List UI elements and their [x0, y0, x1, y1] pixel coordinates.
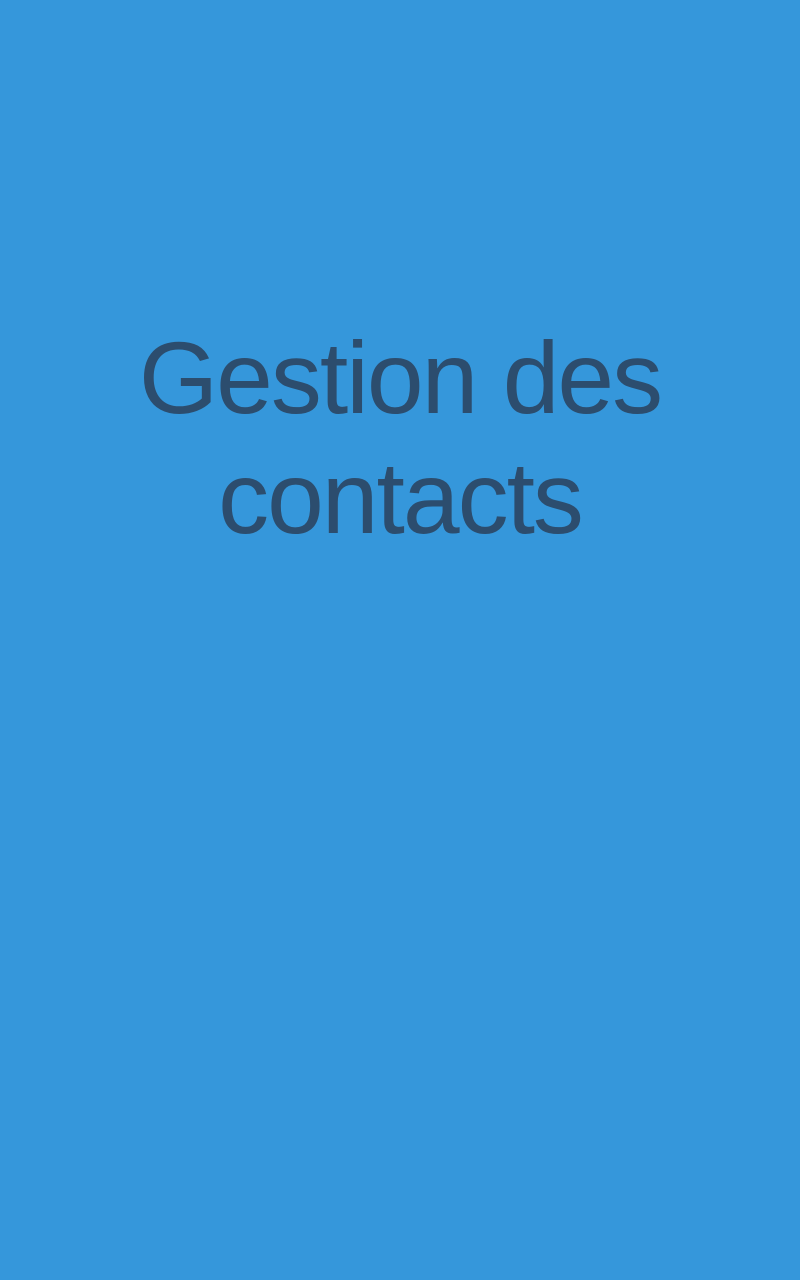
app-title-line-2: contacts — [218, 441, 584, 555]
app-title-line-1: Gestion des — [138, 321, 663, 435]
splash-screen: Gestion des contacts — [0, 0, 800, 1280]
app-title: Gestion des contacts — [0, 318, 800, 558]
